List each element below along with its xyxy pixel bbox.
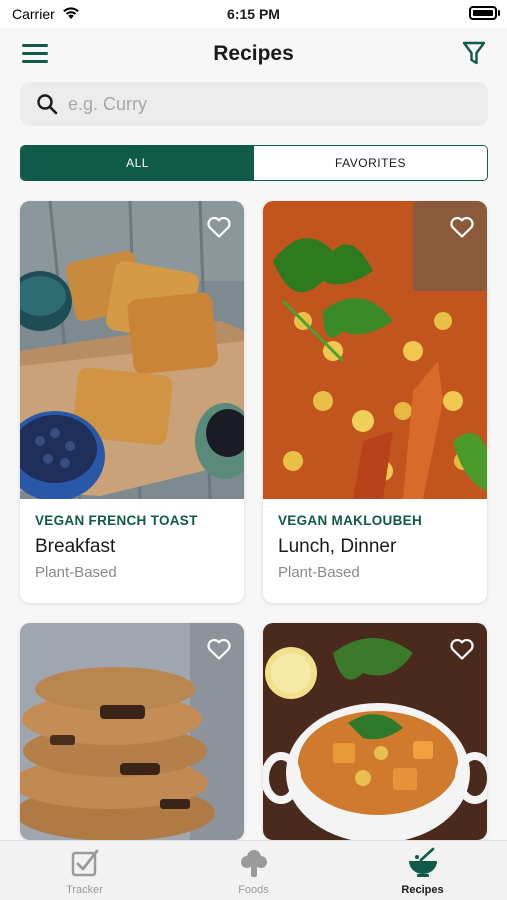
french-toast-photo	[20, 201, 244, 499]
recipe-name: VEGAN FRENCH TOAST	[35, 513, 198, 528]
recipe-category: Plant-Based	[35, 564, 117, 581]
heart-icon[interactable]	[449, 215, 475, 239]
tab-tracker[interactable]: Tracker	[0, 841, 169, 900]
heart-icon[interactable]	[206, 637, 232, 661]
heart-icon[interactable]	[449, 637, 475, 661]
recipe-meal: Lunch, Dinner	[278, 536, 397, 557]
recipe-card[interactable]: VEGAN FRENCH TOAST Breakfast Plant-Based	[20, 201, 244, 603]
tab-all[interactable]: ALL	[21, 146, 254, 180]
app-header: Recipes	[0, 28, 507, 80]
tab-favorites[interactable]: FAVORITES	[254, 146, 487, 180]
tab-foods[interactable]: Foods	[169, 841, 338, 900]
recipe-info: VEGAN MAKLOUBEH Lunch, Dinner Plant-Base…	[263, 499, 487, 603]
recipe-card[interactable]	[20, 623, 244, 840]
tab-recipes[interactable]: Recipes	[338, 841, 507, 900]
status-bar: Carrier 6:15 PM	[0, 0, 507, 28]
recipe-filter-tabs: ALL FAVORITES	[20, 145, 488, 181]
tracker-icon	[71, 849, 98, 877]
recipe-card[interactable]: VEGAN MAKLOUBEH Lunch, Dinner Plant-Base…	[263, 201, 487, 603]
bottom-tab-bar: Tracker Foods Recipes	[0, 840, 507, 900]
status-time: 6:15 PM	[227, 6, 280, 22]
recipe-category: Plant-Based	[278, 564, 360, 581]
makloubeh-photo	[263, 201, 487, 499]
battery-icon	[469, 6, 497, 20]
foods-icon	[240, 850, 267, 877]
search-input[interactable]	[68, 88, 468, 120]
recipe-meal: Breakfast	[35, 536, 116, 557]
search-icon	[37, 94, 58, 115]
battery-tip	[498, 10, 500, 16]
filter-icon[interactable]	[461, 40, 487, 66]
recipe-info: VEGAN FRENCH TOAST Breakfast Plant-Based	[20, 499, 244, 603]
recipe-card[interactable]	[263, 623, 487, 840]
recipes-icon	[408, 847, 437, 877]
tab-label: Foods	[238, 884, 269, 896]
search-bar[interactable]	[20, 82, 488, 126]
heart-icon[interactable]	[206, 215, 232, 239]
recipe-name: VEGAN MAKLOUBEH	[278, 513, 423, 528]
tab-label: Recipes	[401, 884, 444, 896]
tab-label: Tracker	[66, 884, 103, 896]
page-title: Recipes	[213, 42, 294, 65]
